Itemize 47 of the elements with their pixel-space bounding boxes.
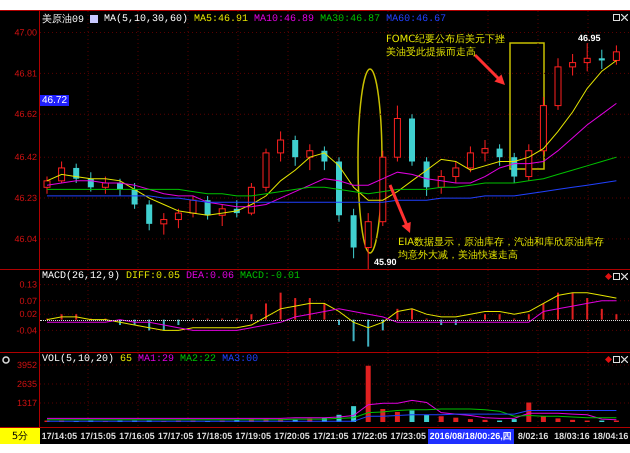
annotation-text: EIA数据显示，原油库存，汽油和库欣原油库存 均意外大减，美油快速走高 — [398, 236, 604, 262]
time-tick-label: 8/02:16 — [516, 431, 550, 441]
y-tick-label: 0.02 — [19, 309, 37, 320]
time-tick-label: 17/14:05 — [40, 431, 78, 441]
legend-value: MA30:46.87 — [320, 14, 380, 24]
symbol-label: 美原油09 — [42, 12, 84, 26]
legend-value: MA1:29 — [138, 354, 174, 365]
legend-value: MA5:46.91 — [194, 14, 248, 24]
time-tick-label: 17/18:05 — [196, 431, 234, 441]
legend-value: MA3:00 — [222, 354, 258, 365]
y-tick-label: 2635 — [16, 379, 37, 389]
low-price-label: 45.90 — [374, 257, 397, 267]
legend-value: MA60:46.67 — [386, 14, 446, 24]
time-tick-label: 17/22:05 — [350, 431, 388, 441]
indicator-label: MA(5,10,30,60) — [104, 14, 188, 24]
time-tick-label: 17/15:05 — [79, 431, 117, 441]
y-tick-label: 46.62 — [14, 109, 37, 120]
legend-value: MA10:46.89 — [254, 14, 314, 24]
y-tick-label: 46.23 — [14, 193, 37, 204]
y-tick-label: 46.81 — [14, 68, 37, 78]
y-tick-label: 1317 — [16, 398, 37, 408]
y-tick-label: -0.04 — [16, 325, 37, 336]
y-tick-label: 0.13 — [19, 280, 37, 290]
y-tick-label: 47.00 — [14, 28, 37, 38]
time-tick-label: 17/23:05 — [390, 431, 428, 441]
time-tick-label: 18/04:16 — [592, 431, 630, 441]
high-price-label: 46.95 — [578, 33, 601, 43]
time-tick-label: 17/19:05 — [234, 431, 272, 441]
legend-value: DIFF:0.05 — [126, 271, 180, 282]
legend-value: 65 — [120, 354, 132, 365]
legend-value: MA2:22 — [180, 354, 216, 365]
indicator-label: VOL(5,10,20) — [42, 354, 114, 365]
legend-value: MACD:-0.01 — [240, 271, 300, 282]
annotation-text: FOMC纪要公布后美元下挫 美油受此提振而走高 — [386, 33, 506, 59]
y-tick-label: 3952 — [16, 360, 37, 370]
legend-value: DEA:0.06 — [186, 271, 234, 282]
time-tick-label: 17/20:05 — [273, 431, 311, 441]
y-tick-label: 46.42 — [14, 152, 37, 162]
time-tick-label: 17/17:05 — [156, 431, 194, 441]
time-tick-label: 18/03:16 — [553, 431, 591, 441]
y-tick-label: 0.07 — [19, 296, 37, 306]
cursor-time-label: 2016/08/18/00:26,四 — [428, 428, 514, 444]
time-tick-label: 17/21:05 — [312, 431, 350, 441]
indicator-label: MACD(26,12,9) — [42, 271, 120, 282]
y-tick-label: 46.04 — [14, 234, 37, 244]
time-tick-label: 17/16:05 — [118, 431, 156, 441]
price-tag: 46.72 — [40, 95, 70, 106]
